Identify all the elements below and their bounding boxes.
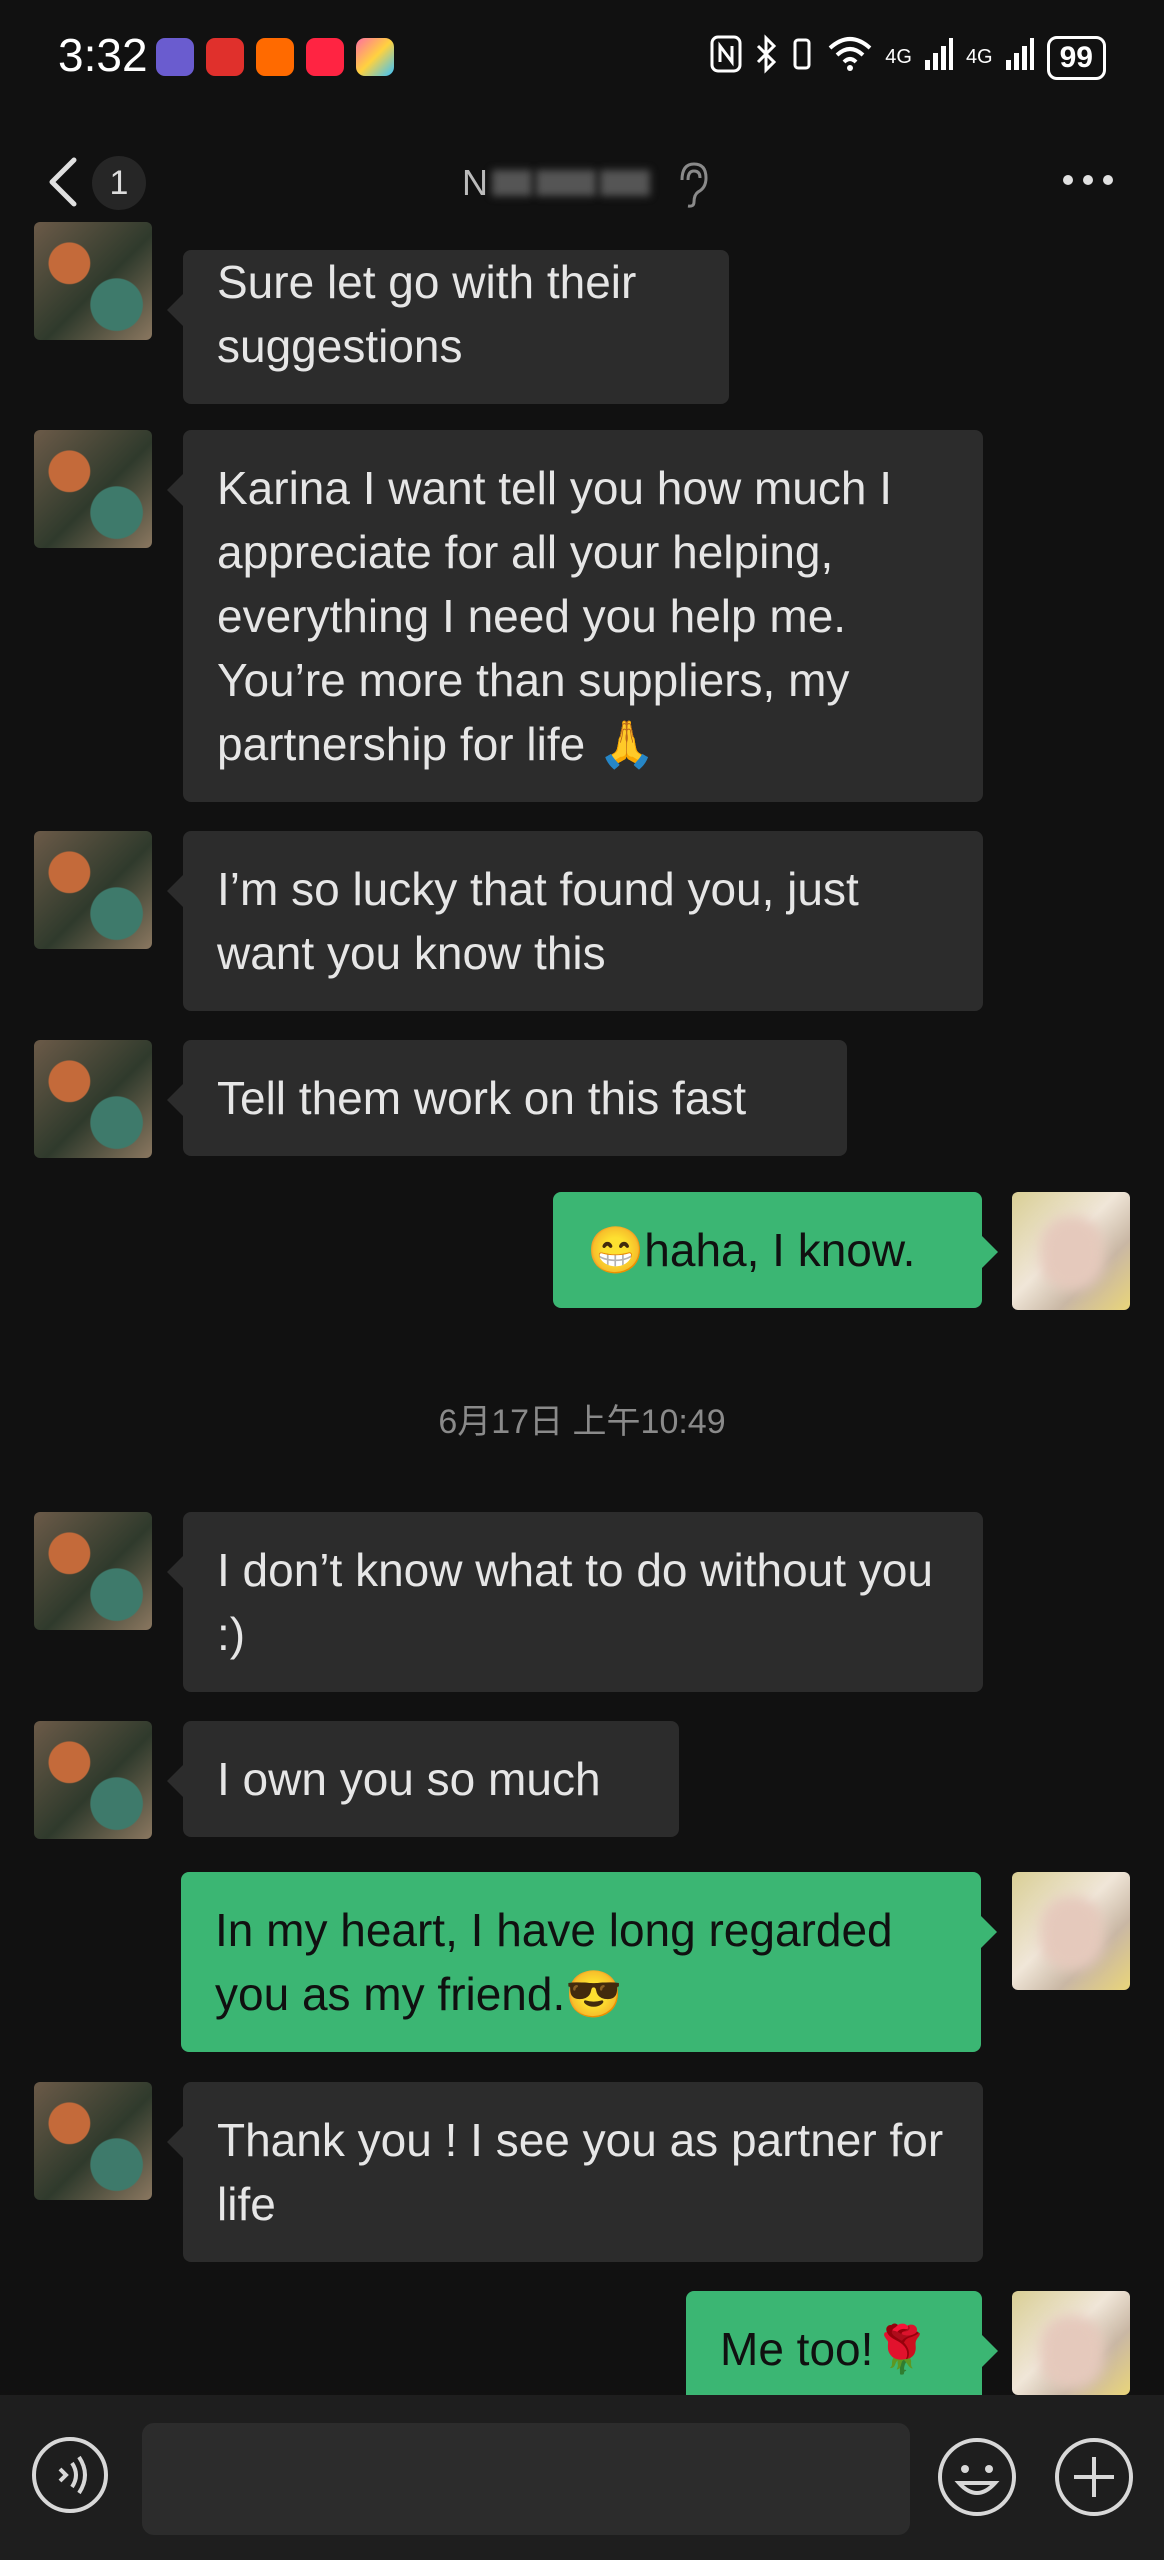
emoji-button[interactable] — [935, 2435, 1019, 2519]
incoming-message[interactable]: I own you so much — [167, 1721, 679, 1837]
incoming-message[interactable]: Tell them work on this fast — [167, 1040, 847, 1156]
my-avatar[interactable] — [1012, 2291, 1130, 2395]
emoji-icon — [938, 2438, 1016, 2516]
status-time: 3:32 — [58, 29, 148, 81]
voice-icon — [32, 2437, 108, 2513]
redacted-title — [536, 170, 596, 196]
incoming-message[interactable]: I’m so lucky that found you, just want y… — [167, 831, 983, 1011]
plus-button[interactable] — [1052, 2435, 1136, 2519]
ear-icon — [676, 160, 710, 210]
voice-button[interactable] — [30, 2435, 110, 2515]
incoming-message[interactable]: I don’t know what to do without you :) — [167, 1512, 983, 1692]
more-dots-icon — [1063, 175, 1113, 185]
contact-avatar[interactable] — [34, 430, 152, 548]
contact-avatar[interactable] — [34, 222, 152, 340]
notification-icons — [156, 38, 394, 76]
incoming-message[interactable]: Thank you ! I see you as partner for lif… — [167, 2082, 983, 2262]
signal-icon — [1005, 36, 1035, 79]
plus-icon — [1055, 2438, 1133, 2516]
incoming-message[interactable]: Karina I want tell you how much I apprec… — [167, 430, 983, 802]
incoming-message[interactable]: Sure let go with their suggestions — [167, 250, 729, 404]
contact-avatar[interactable] — [34, 2082, 152, 2200]
network-label-2: 4G — [965, 46, 993, 68]
app-notification-icon — [306, 38, 344, 76]
status-bar: 3:32 4G 4G 99 — [0, 0, 1164, 115]
battery-level: 99 — [1046, 35, 1106, 80]
back-button[interactable] — [40, 152, 90, 212]
redacted-title — [600, 170, 650, 196]
app-notification-icon — [206, 38, 244, 76]
input-bar — [0, 2395, 1164, 2560]
contact-avatar[interactable] — [34, 1512, 152, 1630]
bluetooth-icon — [755, 34, 777, 81]
my-avatar[interactable] — [1012, 1872, 1130, 1990]
app-notification-icon — [156, 38, 194, 76]
nfc-icon — [709, 34, 743, 81]
contact-avatar[interactable] — [34, 1721, 152, 1839]
chat-header: 1 N — [0, 130, 1164, 240]
outgoing-message[interactable]: In my heart, I have long regarded you as… — [181, 1872, 997, 2052]
message-input[interactable] — [142, 2423, 910, 2535]
chat-title: N — [462, 160, 662, 206]
title-text: N — [462, 162, 488, 203]
status-indicators: 4G 4G 99 — [709, 34, 1106, 81]
more-button[interactable] — [1058, 160, 1118, 200]
outgoing-message[interactable]: Me too!🌹 — [686, 2291, 998, 2407]
app-notification-icon — [256, 38, 294, 76]
app-notification-icon — [356, 38, 394, 76]
contact-avatar[interactable] — [34, 1040, 152, 1158]
outgoing-message[interactable]: 😁haha, I know. — [553, 1192, 998, 1308]
my-avatar[interactable] — [1012, 1192, 1130, 1310]
unread-count-badge[interactable]: 1 — [92, 156, 146, 210]
vibrate-icon — [789, 34, 815, 81]
contact-avatar[interactable] — [34, 831, 152, 949]
message-timestamp: 6月17日 上午10:49 — [438, 1403, 726, 1441]
network-label-1: 4G — [885, 46, 912, 68]
chevron-left-icon — [49, 157, 77, 207]
signal-icon — [924, 36, 954, 79]
redacted-title — [492, 170, 532, 196]
wifi-icon — [827, 34, 873, 81]
